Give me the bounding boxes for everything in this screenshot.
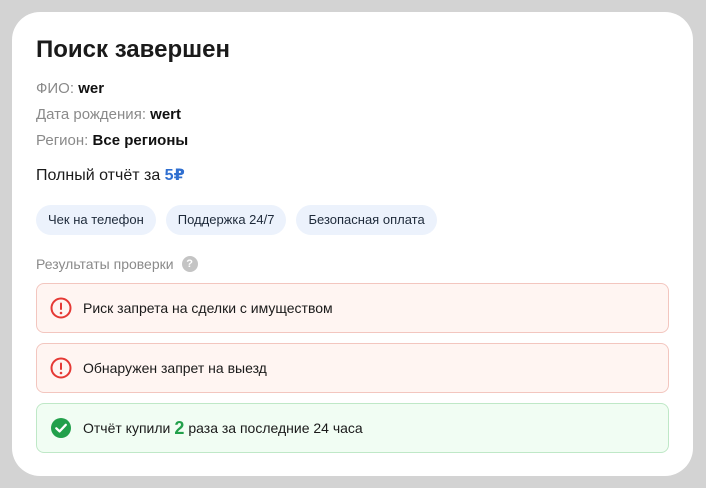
region-value: Все регионы bbox=[92, 132, 189, 149]
chip-support[interactable]: Поддержка 24/7 bbox=[165, 205, 287, 235]
chip-secure-payment[interactable]: Безопасная оплата bbox=[296, 205, 437, 235]
check-circle-icon bbox=[50, 417, 72, 439]
fio-value: wer bbox=[78, 80, 105, 97]
fio-row: ФИО: wer bbox=[36, 76, 669, 102]
region-label: Регион: bbox=[36, 132, 89, 149]
result-card: Поиск завершен ФИО: wer Дата рождения: w… bbox=[12, 12, 693, 476]
result-item-travel-ban: Обнаружен запрет на выезд bbox=[36, 343, 669, 393]
feature-chips: Чек на телефон Поддержка 24/7 Безопасная… bbox=[36, 205, 669, 235]
fio-label: ФИО: bbox=[36, 80, 75, 97]
price-line: Полный отчёт за 5₽ bbox=[36, 165, 669, 187]
price-amount: 5₽ bbox=[164, 167, 185, 184]
birth-row: Дата рождения: wert bbox=[36, 102, 669, 128]
chip-phone-receipt[interactable]: Чек на телефон bbox=[36, 205, 156, 235]
result-text: Обнаружен запрет на выезд bbox=[83, 360, 267, 376]
help-icon[interactable]: ? bbox=[181, 256, 198, 272]
purchase-count: 2 bbox=[174, 417, 185, 438]
exclamation-circle-icon bbox=[50, 297, 72, 319]
price-label: Полный отчёт за bbox=[36, 167, 161, 184]
result-text-before: Отчёт купили bbox=[83, 420, 171, 436]
result-text: Риск запрета на сделки с имуществом bbox=[83, 300, 333, 316]
result-item-property-ban: Риск запрета на сделки с имуществом bbox=[36, 283, 669, 333]
results-header: Результаты проверки ? bbox=[36, 253, 669, 275]
results-title: Результаты проверки bbox=[36, 256, 174, 272]
result-text-after: раза за последние 24 часа bbox=[188, 420, 363, 436]
region-row: Регион: Все регионы bbox=[36, 128, 669, 154]
birth-label: Дата рождения: bbox=[36, 106, 146, 123]
person-info: ФИО: wer Дата рождения: wert Регион: Все… bbox=[36, 76, 669, 154]
birth-value: wert bbox=[150, 106, 181, 123]
result-item-purchases: Отчёт купили 2 раза за последние 24 часа bbox=[36, 403, 669, 453]
exclamation-circle-icon bbox=[50, 357, 72, 379]
page-title: Поиск завершен bbox=[36, 36, 230, 63]
